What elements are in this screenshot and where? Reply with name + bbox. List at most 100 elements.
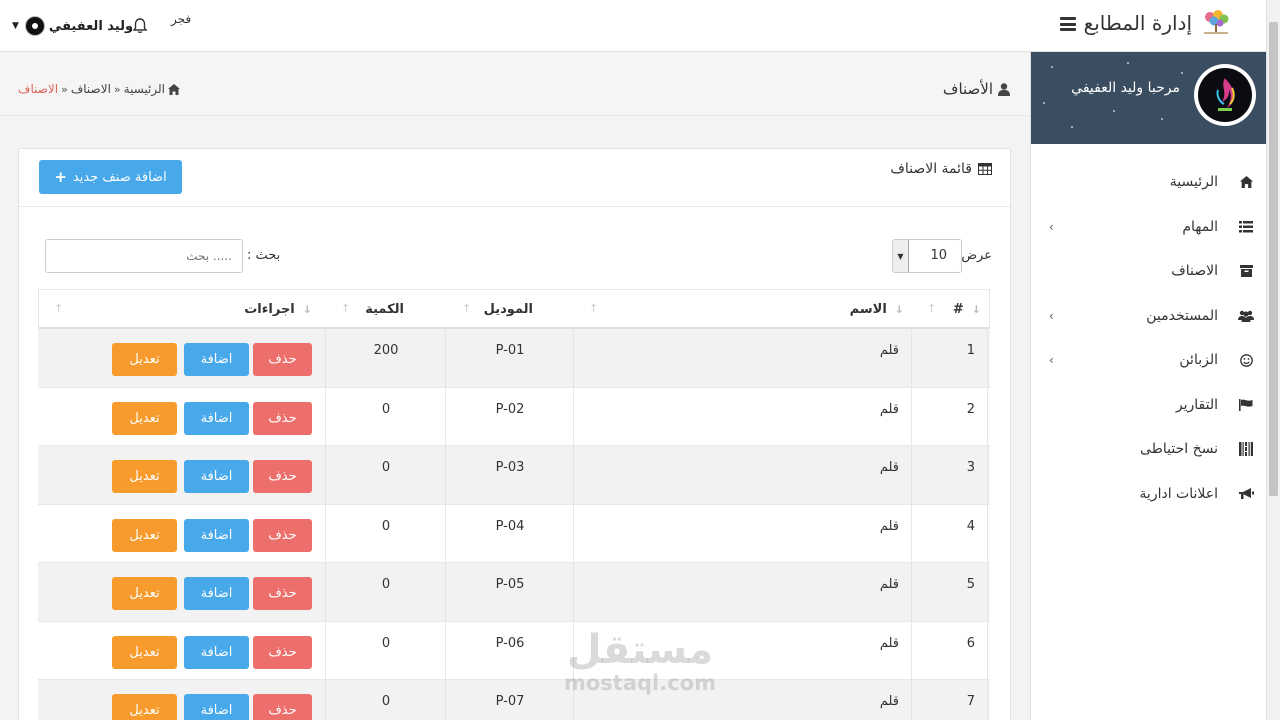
delete-button[interactable]: حذف — [253, 694, 312, 720]
items-table: ↑ اجراءات ↓ ↑ الكمية ↑ الموديل ↑ الاسم ↓ ↑… — [38, 289, 990, 720]
add-quantity-button[interactable]: اضافة — [184, 577, 249, 610]
sidebar-item-2[interactable]: الاصناف — [1031, 249, 1266, 294]
cell-index: 1 — [912, 329, 988, 388]
sidebar-item-5[interactable]: التقارير — [1031, 383, 1266, 428]
notification-text[interactable]: فجر — [171, 12, 191, 26]
sidebar-item-3[interactable]: المستخدمين › — [1031, 294, 1266, 339]
delete-button[interactable]: حذف — [253, 343, 312, 376]
sidebar-item-7[interactable]: اعلانات ادارية — [1031, 472, 1266, 517]
page-scrollbar[interactable] — [1266, 0, 1280, 720]
cell-actions: حذف اضافة تعديل — [38, 563, 326, 622]
cell-index: 6 — [912, 621, 988, 680]
cell-qty: 0 — [326, 621, 446, 680]
cell-index-text: 1 — [966, 343, 975, 358]
plus-icon: + — [54, 168, 67, 186]
sort-icon[interactable]: ↑ — [54, 302, 63, 315]
cell-name: قلم — [574, 329, 912, 388]
sidebar-item-4[interactable]: الزبائن › — [1031, 338, 1266, 383]
cell-qty-text: 200 — [373, 343, 399, 358]
add-quantity-button[interactable]: اضافة — [184, 635, 249, 669]
table-row: 4 قلم P-04 0 حذف اضافة تعديل — [38, 504, 990, 563]
cell-actions: حذف اضافة تعديل — [38, 329, 326, 388]
bell-icon[interactable] — [131, 17, 149, 35]
edit-button[interactable]: تعديل — [112, 343, 177, 376]
breadcrumb-current: الاصناف — [18, 82, 59, 96]
add-quantity-button[interactable]: اضافة — [184, 518, 249, 552]
brand[interactable]: إدارة المطابع — [1084, 8, 1234, 38]
list-icon — [1238, 219, 1254, 235]
select-arrow-icon: ▼ — [893, 240, 909, 272]
edit-button[interactable]: تعديل — [112, 401, 177, 435]
sidebar-item-0[interactable]: الرئيسية — [1031, 160, 1266, 205]
table-row: 5 قلم P-05 0 حذف اضافة تعديل — [38, 563, 990, 622]
delete-button[interactable]: حذف — [253, 401, 312, 435]
bullhorn-icon — [1238, 486, 1254, 502]
cell-actions: حذف اضافة تعديل — [38, 680, 326, 720]
header-name[interactable]: الاسم ↓ — [824, 290, 904, 328]
header-actions[interactable]: اجراءات ↓ — [244, 290, 312, 328]
qrcode-icon — [1238, 441, 1254, 457]
header-model-label: الموديل — [483, 301, 533, 317]
delete-button[interactable]: حذف — [253, 460, 312, 493]
page-header: الرئيسية « الاصناف « الاصناف الأصناف — [0, 52, 1030, 116]
user-avatar — [24, 16, 45, 36]
header-qty[interactable]: الكمية — [344, 290, 404, 328]
edit-button[interactable]: تعديل — [112, 460, 177, 493]
edit-button[interactable]: تعديل — [112, 518, 177, 552]
add-quantity-button[interactable]: اضافة — [184, 401, 249, 435]
cell-qty: 0 — [326, 563, 446, 622]
cell-model-text: P-02 — [495, 401, 525, 417]
sort-icon[interactable]: ↑ — [589, 302, 598, 315]
delete-button[interactable]: حذف — [253, 635, 312, 669]
breadcrumb-home[interactable]: الرئيسية — [124, 82, 165, 96]
delete-button[interactable]: حذف — [253, 577, 312, 610]
flag-icon — [1238, 397, 1254, 413]
search-input[interactable] — [45, 239, 243, 273]
user-menu[interactable]: وليد العفيفي ▼ — [12, 14, 133, 38]
cell-model-text: P-05 — [495, 577, 525, 592]
page-length-select[interactable]: ▼ 10 — [892, 239, 962, 273]
smile-icon — [1238, 352, 1254, 368]
cell-qty-text: 0 — [381, 460, 391, 475]
edit-button[interactable]: تعديل — [112, 694, 177, 720]
sidebar-item-6[interactable]: نسخ احتياطى — [1031, 427, 1266, 472]
add-item-button[interactable]: اضافة صنف جديد + — [39, 160, 182, 194]
header-model[interactable]: الموديل — [463, 290, 533, 328]
user-name: وليد العفيفي — [48, 18, 134, 34]
profile-avatar[interactable] — [1194, 64, 1256, 126]
menu-toggle-icon[interactable] — [1060, 17, 1076, 31]
cell-name: قلم — [574, 387, 912, 446]
sort-icon[interactable]: ↑ — [927, 302, 936, 315]
header-actions-label: اجراءات — [244, 301, 295, 317]
cell-model-text: P-01 — [495, 343, 525, 358]
page-length-value: 10 — [930, 248, 947, 263]
table-controls: عرض ▼ 10 بحث : — [19, 207, 1010, 287]
cell-name: قلم — [574, 504, 912, 563]
table-row: 2 قلم P-02 0 حذف اضافة تعديل — [38, 387, 990, 446]
sidebar-item-1[interactable]: المهام › — [1031, 205, 1266, 250]
header-index[interactable]: # ↓ — [941, 290, 981, 328]
sidebar-item-label: التقارير — [1175, 396, 1218, 413]
sort-icon: ↓ — [971, 302, 981, 316]
delete-button[interactable]: حذف — [253, 518, 312, 552]
sidebar-item-label: الزبائن — [1179, 352, 1218, 369]
cell-name: قلم — [574, 446, 912, 505]
card-header: قائمة الاصناف اضافة صنف جديد + — [19, 149, 1010, 207]
edit-button[interactable]: تعديل — [112, 577, 177, 610]
scroll-thumb[interactable] — [1269, 22, 1278, 496]
cell-index-text: 7 — [966, 694, 975, 709]
chevron-left-icon: › — [1049, 308, 1054, 323]
cell-qty: 200 — [326, 329, 446, 388]
header-qty-label: الكمية — [365, 301, 404, 317]
add-quantity-button[interactable]: اضافة — [184, 460, 249, 493]
chevron-left-icon: › — [1049, 219, 1054, 234]
caret-down-icon: ▼ — [12, 21, 19, 31]
breadcrumb-parent[interactable]: الاصناف — [71, 82, 111, 96]
cell-qty: 0 — [326, 387, 446, 446]
add-quantity-button[interactable]: اضافة — [184, 343, 249, 376]
cell-index: 4 — [912, 504, 988, 563]
cell-qty-text: 0 — [381, 401, 391, 417]
sidebar: مرحبا وليد العفيفي الرئيسية المهام › الاصنا… — [1030, 52, 1266, 720]
add-quantity-button[interactable]: اضافة — [184, 694, 249, 720]
edit-button[interactable]: تعديل — [112, 635, 177, 669]
